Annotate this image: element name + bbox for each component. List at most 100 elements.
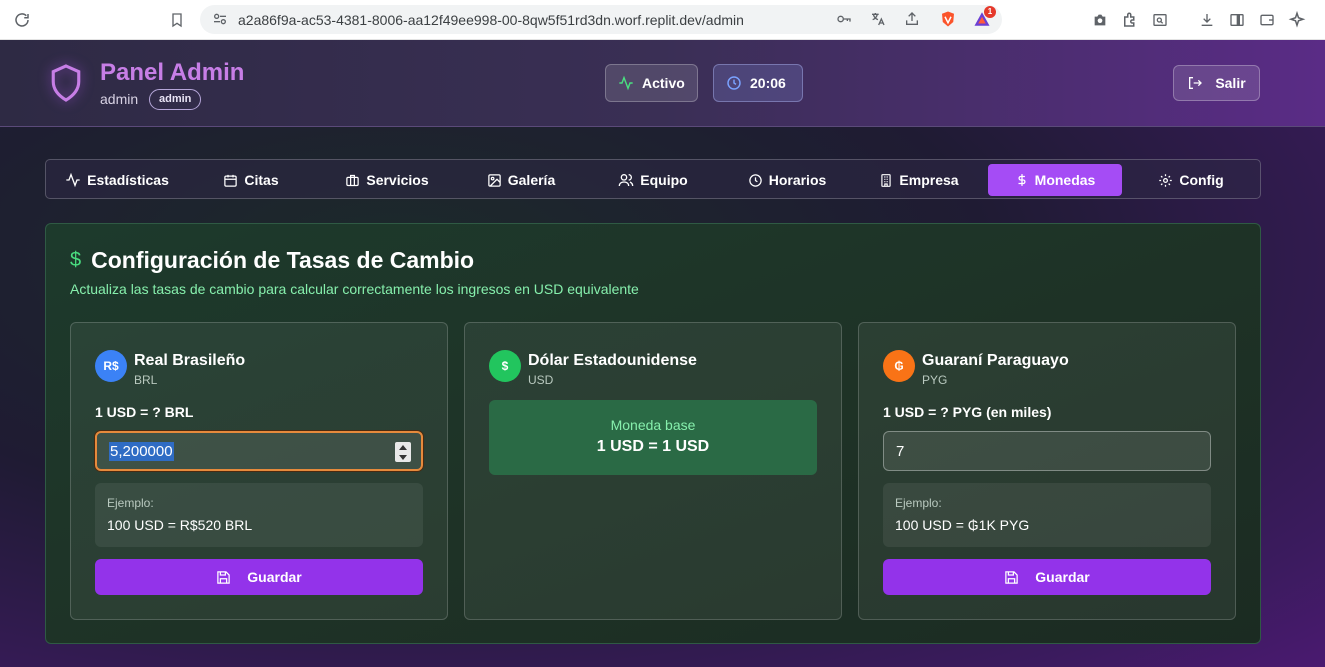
currency-card-brl: R$ Real Brasileño BRL 1 USD = ? BRL 5,20…: [70, 322, 448, 620]
save-icon: [217, 570, 231, 584]
tab-config[interactable]: Config: [1126, 164, 1256, 196]
currency-card-usd: $ Dólar Estadounidense USD Moneda base 1…: [464, 322, 842, 620]
status-text: Activo: [642, 75, 685, 91]
admin-app: Panel Admin admin admin Activo 20:06 Sal…: [0, 40, 1325, 667]
currency-code: PYG: [922, 373, 948, 387]
base-value: 1 USD = 1 USD: [596, 438, 710, 455]
browser-toolbar: a2a86f9a-ac53-4381-8006-aa12f49ee998-00-…: [0, 0, 1325, 40]
tab-label: Horarios: [768, 172, 827, 188]
currency-name: Real Brasileño: [134, 352, 246, 369]
example-label: Ejemplo:: [895, 496, 942, 510]
section-title: $ Configuración de Tasas de Cambio: [70, 247, 474, 274]
example-box: Ejemplo: 100 USD = R$520 BRL: [95, 483, 423, 547]
activity-icon: [66, 172, 80, 188]
save-button[interactable]: Guardar: [883, 559, 1211, 595]
example-label: Ejemplo:: [107, 496, 154, 510]
save-label: Guardar: [247, 569, 302, 585]
exchange-rates-card: $ Configuración de Tasas de Cambio Actua…: [45, 223, 1261, 644]
tab-monedas[interactable]: Monedas: [988, 164, 1122, 196]
share-icon[interactable]: [902, 9, 922, 29]
currency-name: Guaraní Paraguayo: [922, 352, 1069, 369]
section-subtitle: Actualiza las tasas de cambio para calcu…: [70, 281, 639, 297]
currency-symbol-icon: R$: [95, 350, 127, 382]
tab-label: Equipo: [640, 172, 688, 188]
clock-time: 20:06: [750, 75, 786, 91]
tab-servicios[interactable]: Servicios: [322, 164, 452, 196]
tab-label: Config: [1179, 172, 1224, 188]
dollar-icon: [1018, 174, 1026, 186]
camera-icon[interactable]: [1089, 9, 1111, 31]
tab-horarios[interactable]: Horarios: [722, 164, 852, 196]
clock-icon: [748, 173, 762, 187]
rate-value[interactable]: 5,200000: [109, 441, 174, 461]
tab-label: Galería: [507, 172, 556, 188]
section-title-text: Configuración de Tasas de Cambio: [91, 247, 475, 273]
users-icon: [618, 174, 634, 187]
save-label: Guardar: [1035, 569, 1090, 585]
rate-label: 1 USD = ? PYG (en miles): [883, 404, 1052, 420]
shield-icon: [46, 60, 86, 106]
tab-label: Estadísticas: [87, 172, 169, 188]
reload-icon[interactable]: [11, 9, 33, 31]
example-value: 100 USD = ₲1K PYG: [895, 517, 1030, 533]
rate-value[interactable]: 7: [896, 443, 904, 460]
logout-label: Salir: [1215, 75, 1246, 91]
image-icon: [488, 173, 501, 187]
number-stepper[interactable]: [395, 442, 411, 462]
brl-rate-input[interactable]: 5,200000: [95, 431, 423, 471]
bookmark-icon[interactable]: [166, 9, 188, 31]
clock-badge: 20:06: [713, 64, 803, 102]
username: admin: [100, 91, 139, 107]
brave-shields-icon[interactable]: [938, 9, 958, 29]
status-badge: Activo: [605, 64, 698, 102]
leo-ai-icon[interactable]: [1286, 9, 1308, 31]
currency-code: BRL: [134, 373, 158, 387]
base-currency-box: Moneda base 1 USD = 1 USD: [489, 400, 817, 475]
reader-icon[interactable]: [1149, 9, 1171, 31]
save-icon: [1005, 570, 1019, 584]
logout-icon: [1189, 77, 1203, 89]
page-title: Panel Admin: [100, 59, 245, 86]
translate-icon[interactable]: [868, 9, 888, 29]
tab-empresa[interactable]: Empresa: [854, 164, 984, 196]
address-bar[interactable]: a2a86f9a-ac53-4381-8006-aa12f49ee998-00-…: [200, 5, 1002, 34]
currency-code: USD: [528, 373, 554, 387]
tab-bar: Estadísticas Citas Servicios Galería Equ…: [45, 159, 1261, 199]
dollar-icon: $: [70, 249, 82, 271]
role-badge: admin: [149, 89, 202, 110]
currency-name: Dólar Estadounidense: [528, 352, 697, 369]
tab-label: Servicios: [366, 172, 429, 188]
rewards-badge: 1: [984, 6, 996, 18]
example-box: Ejemplo: 100 USD = ₲1K PYG: [883, 483, 1211, 547]
save-button[interactable]: Guardar: [95, 559, 423, 595]
brave-rewards-icon[interactable]: 1: [972, 6, 996, 29]
tab-label: Citas: [244, 172, 279, 188]
tab-galeria[interactable]: Galería: [456, 164, 586, 196]
building-icon: [881, 173, 892, 187]
key-icon[interactable]: [834, 9, 854, 29]
logout-button[interactable]: Salir: [1173, 65, 1260, 101]
rate-label: 1 USD = ? BRL: [95, 404, 194, 420]
base-label: Moneda base: [610, 417, 696, 433]
calendar-icon: [224, 174, 238, 187]
currency-symbol-icon: ₲: [883, 350, 915, 382]
tab-label: Monedas: [1034, 172, 1096, 188]
currency-card-pyg: ₲ Guaraní Paraguayo PYG 1 USD = ? PYG (e…: [858, 322, 1236, 620]
tab-equipo[interactable]: Equipo: [588, 164, 718, 196]
sidebar-icon[interactable]: [1226, 9, 1248, 31]
pyg-rate-input[interactable]: 7: [883, 431, 1211, 471]
gear-icon: [1159, 173, 1173, 187]
site-settings-icon[interactable]: [210, 9, 230, 29]
tab-label: Empresa: [899, 172, 959, 188]
activity-icon: [619, 75, 633, 91]
clock-icon: [727, 76, 741, 90]
tab-estadisticas[interactable]: Estadísticas: [50, 164, 184, 196]
wallet-icon[interactable]: [1256, 9, 1278, 31]
briefcase-icon: [346, 174, 360, 186]
download-icon[interactable]: [1196, 9, 1218, 31]
example-value: 100 USD = R$520 BRL: [107, 517, 253, 533]
tab-citas[interactable]: Citas: [186, 164, 316, 196]
currency-symbol-icon: $: [489, 350, 521, 382]
extensions-icon[interactable]: [1119, 9, 1141, 31]
url-text[interactable]: a2a86f9a-ac53-4381-8006-aa12f49ee998-00-…: [238, 12, 744, 28]
